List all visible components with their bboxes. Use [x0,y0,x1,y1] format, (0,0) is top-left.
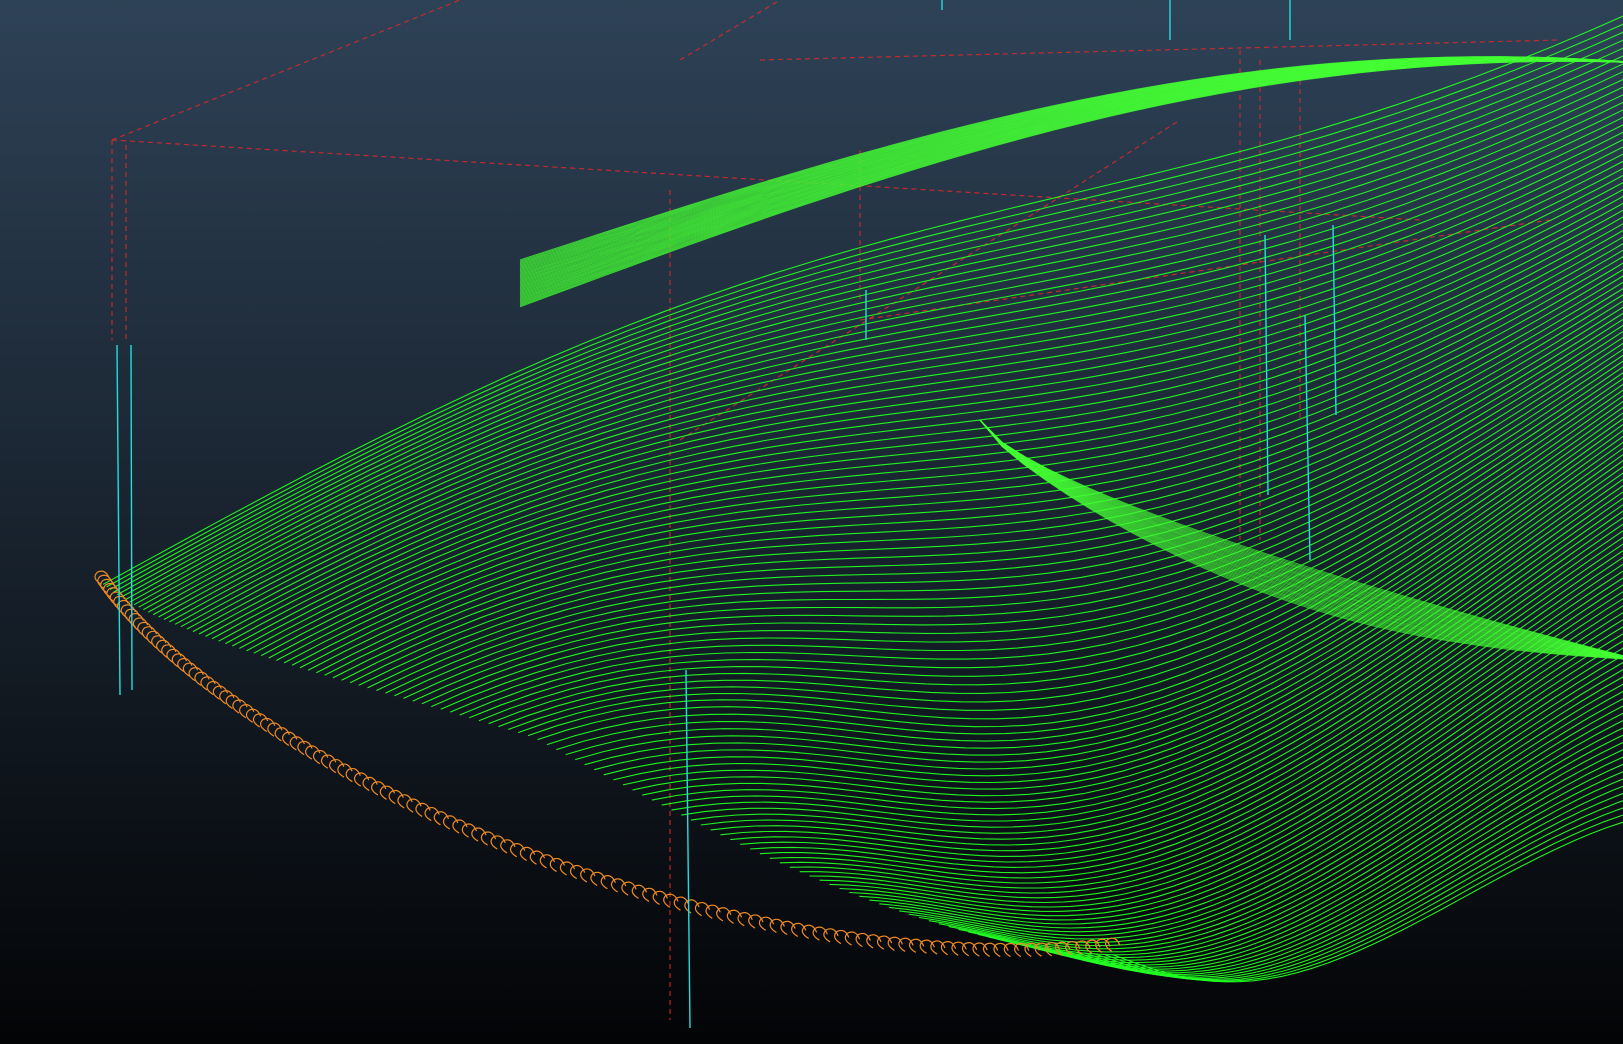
3d-viewport[interactable] [0,0,1623,1044]
toolpath-scene[interactable] [0,0,1623,1044]
